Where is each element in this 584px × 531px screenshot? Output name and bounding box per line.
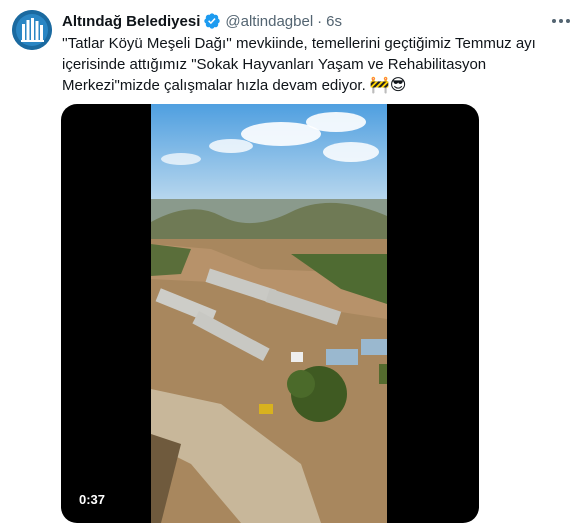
tweet-text: ''Tatlar Köyü Meşeli Dağı'' mevkiinde, t… [62, 33, 572, 96]
avatar[interactable] [12, 10, 52, 50]
display-name[interactable]: Altındağ Belediyesi [62, 13, 200, 30]
video-frame [151, 104, 387, 523]
tweet-emojis: 🚧😎 [369, 77, 407, 94]
municipality-logo-icon [12, 10, 52, 50]
tweet: Altındağ Belediyesi @altindagbel · 6s ''… [0, 0, 584, 531]
tweet-body: ''Tatlar Köyü Meşeli Dağı'' mevkiinde, t… [62, 35, 536, 94]
separator-dot: · [317, 12, 323, 30]
video-duration: 0:37 [73, 490, 112, 509]
timestamp[interactable]: 6s [326, 13, 342, 30]
tweet-header: Altındağ Belediyesi @altindagbel · 6s [62, 11, 572, 31]
more-options-icon[interactable] [548, 8, 574, 34]
handle[interactable]: @altindagbel [225, 13, 313, 30]
verified-badge-icon [203, 12, 221, 30]
video-player[interactable]: 0:37 [61, 104, 479, 523]
